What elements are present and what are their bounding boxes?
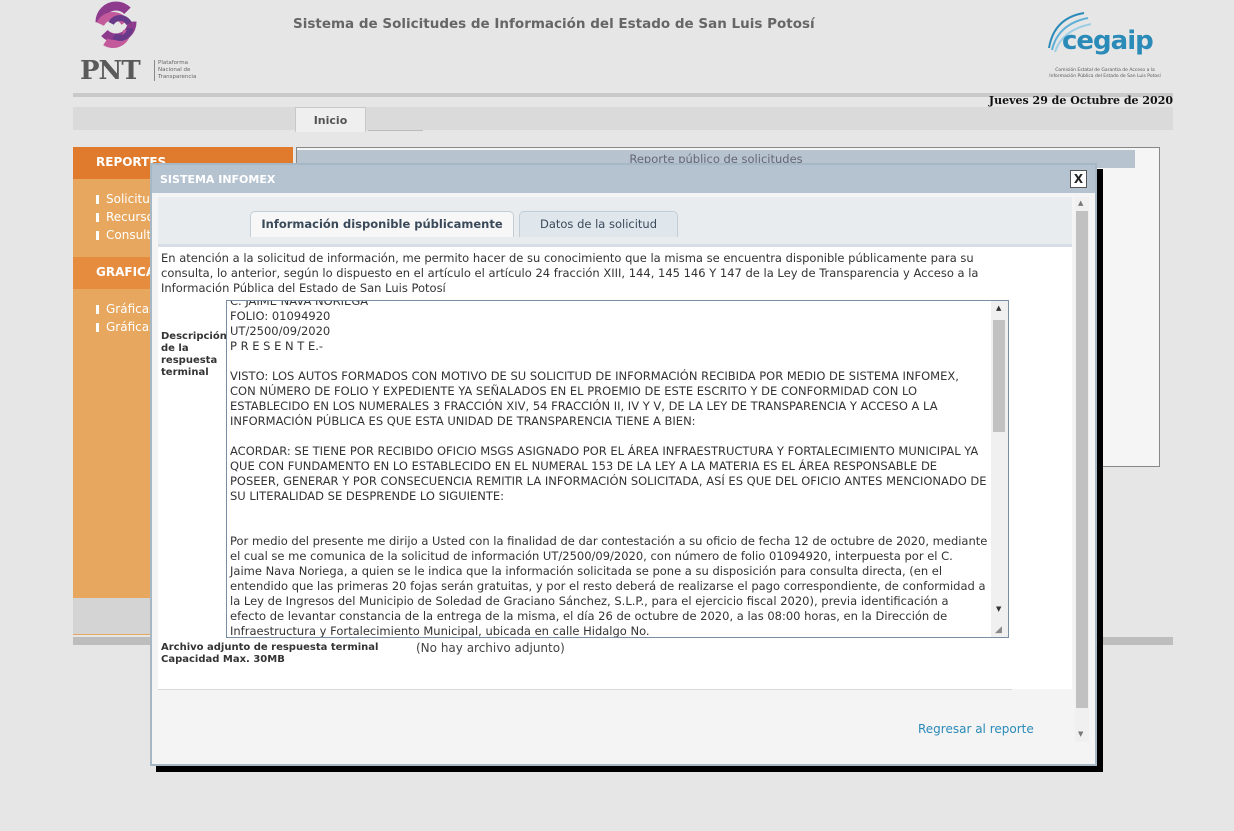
tab-inicio[interactable]: Inicio — [295, 107, 366, 132]
pnt-logo-text: PNT — [80, 56, 141, 86]
site-title: Sistema de Solicitudes de Información de… — [293, 16, 815, 32]
tab-informacion-publica[interactable]: Información disponible públicamente — [250, 211, 514, 237]
intro-text: En atención a la solicitud de informació… — [161, 251, 979, 295]
sidebar-item-graficas-1[interactable]: Gráficas — [96, 302, 155, 316]
infomex-modal: SISTEMA INFOMEX X Información disponible… — [150, 163, 1097, 766]
textarea-scroll-thumb[interactable] — [993, 320, 1005, 432]
scroll-up-icon[interactable]: ▲ — [996, 304, 1001, 312]
attachment-label: Archivo adjunto de respuesta terminal Ca… — [161, 642, 378, 666]
tab-datos-solicitud[interactable]: Datos de la solicitud — [519, 211, 678, 237]
modal-title: SISTEMA INFOMEX — [160, 173, 276, 186]
close-button[interactable]: X — [1070, 170, 1087, 188]
current-date: Jueves 29 de Octubre de 2020 — [988, 94, 1173, 107]
description-text: C. JAIME NAVA NORIEGA FOLIO: 01094920 UT… — [230, 300, 988, 638]
modal-scroll-up-icon[interactable]: ▲ — [1078, 199, 1083, 207]
cegaip-logo: cegaip Comisión Estatal de Garantía de A… — [1044, 8, 1164, 86]
modal-content: Información disponible públicamente Dato… — [158, 197, 1072, 689]
tab-divider — [368, 130, 423, 131]
pnt-logo-subtitle: Plataforma Nacional de Transparencia — [154, 60, 196, 81]
modal-scrollbar[interactable]: ▲ ▼ — [1075, 197, 1089, 742]
modal-tabstrip: Información disponible públicamente Dato… — [158, 197, 1072, 247]
cegaip-logo-subtitle: Comisión Estatal de Garantía de Acceso a… — [1049, 68, 1161, 79]
attachment-label-text: Archivo adjunto de respuesta terminal — [161, 642, 379, 653]
back-to-report-link[interactable]: Regresar al reporte — [918, 722, 1034, 736]
description-textarea[interactable]: C. JAIME NAVA NORIEGA FOLIO: 01094920 UT… — [226, 300, 1009, 638]
nav-tabbar — [73, 107, 1173, 130]
modal-divider — [158, 689, 1012, 690]
sidebar-item-graficas-2[interactable]: Gráficas — [96, 320, 155, 334]
modal-scroll-thumb[interactable] — [1076, 211, 1088, 708]
resize-handle-icon[interactable]: ◢ — [995, 624, 1007, 636]
modal-titlebar: SISTEMA INFOMEX — [152, 165, 1095, 193]
attachment-capacity-text: Capacidad Max. 30MB — [161, 654, 285, 665]
modal-scroll-down-icon[interactable]: ▼ — [1078, 730, 1083, 738]
description-label: Descripción de la respuesta terminal — [161, 331, 227, 378]
pnt-logo: PNT Plataforma Nacional de Transparencia — [76, 0, 206, 92]
cegaip-logo-text: cegaip — [1062, 26, 1154, 56]
textarea-scrollbar[interactable]: ▲ ▼ — [991, 301, 1008, 637]
pnt-logo-icon — [95, 1, 137, 48]
attachment-value: (No hay archivo adjunto) — [416, 641, 565, 655]
scroll-down-icon[interactable]: ▼ — [996, 605, 1001, 613]
